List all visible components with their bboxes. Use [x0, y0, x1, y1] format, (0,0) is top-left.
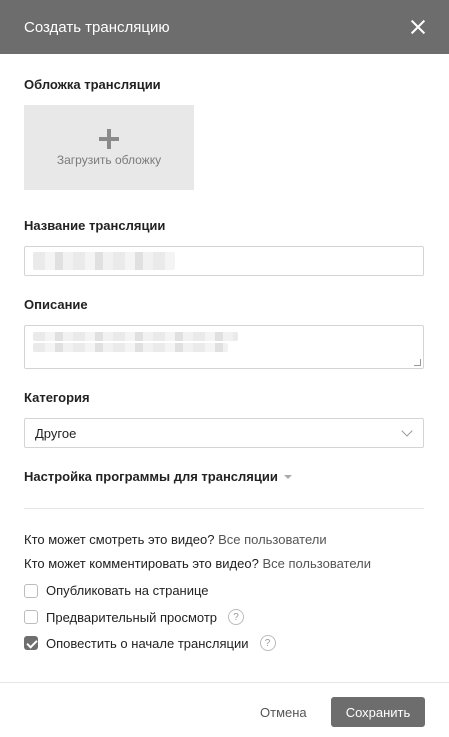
view-privacy-question: Кто может смотреть это видео?	[24, 532, 215, 547]
publish-option[interactable]: Опубликовать на странице	[24, 583, 209, 598]
cover-upload-button[interactable]: Загрузить обложку	[24, 105, 194, 190]
program-settings-toggle[interactable]: Настройка программы для трансляции	[24, 469, 292, 484]
close-icon[interactable]	[409, 18, 427, 36]
category-select[interactable]: Другое	[24, 418, 424, 448]
create-stream-dialog: Создать трансляцию Обложка трансляции За…	[0, 0, 449, 737]
help-icon[interactable]: ?	[259, 635, 276, 651]
preview-option[interactable]: Предварительный просмотр ?	[24, 609, 245, 625]
notify-option[interactable]: Оповестить о начале трансляции ?	[24, 635, 276, 651]
comment-privacy-row: Кто может комментировать это видео? Все …	[24, 556, 371, 571]
cover-label: Обложка трансляции	[24, 77, 161, 92]
stream-name-label: Название трансляции	[24, 218, 166, 233]
caret-down-icon	[283, 475, 292, 479]
help-icon[interactable]: ?	[228, 609, 245, 625]
category-selected-value: Другое	[35, 425, 77, 441]
redacted-value	[33, 332, 238, 341]
chevron-down-icon	[401, 425, 413, 437]
description-textarea[interactable]	[24, 325, 424, 369]
view-privacy-link[interactable]: Все пользователи	[218, 532, 327, 547]
cover-upload-text: Загрузить обложку	[56, 152, 162, 167]
cancel-button[interactable]: Отмена	[250, 697, 317, 727]
redacted-value	[33, 343, 228, 352]
preview-label: Предварительный просмотр	[46, 609, 218, 625]
preview-checkbox[interactable]	[24, 610, 38, 624]
save-button[interactable]: Сохранить	[331, 697, 425, 727]
category-label: Категория	[24, 390, 90, 405]
plus-icon	[99, 128, 119, 149]
description-label: Описание	[24, 297, 88, 312]
comment-privacy-link[interactable]: Все пользователи	[262, 556, 371, 571]
publish-label: Опубликовать на странице	[46, 583, 209, 598]
dialog-footer: Отмена Сохранить	[0, 682, 449, 737]
comment-privacy-question: Кто может комментировать это видео?	[24, 556, 259, 571]
notify-label: Оповестить о начале трансляции	[46, 635, 249, 651]
redacted-value	[33, 252, 175, 270]
program-settings-label: Настройка программы для трансляции	[24, 469, 278, 484]
view-privacy-row: Кто может смотреть это видео? Все пользо…	[24, 532, 327, 547]
divider	[24, 508, 424, 509]
notify-checkbox[interactable]	[24, 636, 38, 650]
dialog-title: Создать трансляцию	[24, 18, 170, 36]
stream-name-input[interactable]	[24, 246, 424, 276]
resize-handle[interactable]	[414, 359, 421, 366]
publish-checkbox[interactable]	[24, 583, 38, 598]
dialog-header: Создать трансляцию	[0, 0, 449, 54]
